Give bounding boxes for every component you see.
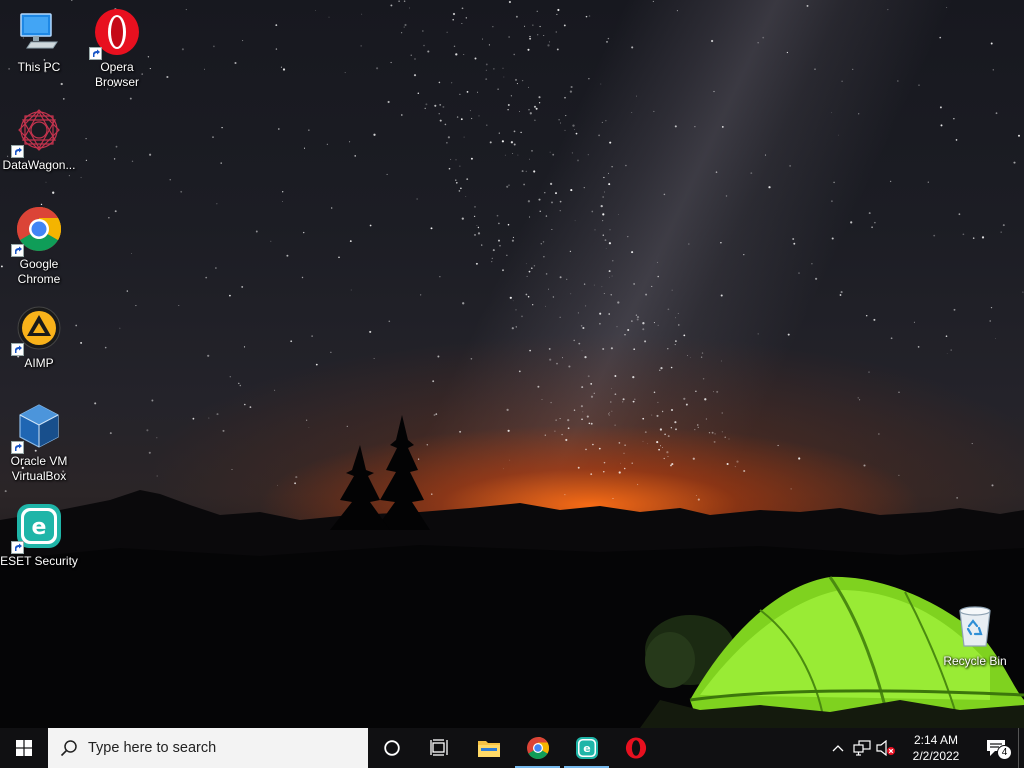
this-pc-icon	[15, 8, 63, 56]
shortcut-arrow-icon	[11, 343, 24, 356]
svg-text:e: e	[32, 515, 47, 540]
windows-logo-icon	[16, 740, 32, 756]
shortcut-arrow-icon	[11, 541, 24, 554]
volume-tray-button[interactable]	[874, 728, 898, 768]
start-button[interactable]	[0, 728, 48, 768]
desktop-icon-opera[interactable]: Opera Browser	[78, 8, 156, 90]
chrome-icon	[11, 205, 63, 257]
wallpaper-landscape	[0, 415, 1024, 728]
clock-date: 2/2/2022	[912, 749, 960, 763]
desktop-icon-label: Oracle VM VirtualBox	[10, 454, 68, 483]
clock-button[interactable]: 2:14 AM 2/2/2022	[898, 728, 974, 768]
desktop-icon-recycle-bin[interactable]: Recycle Bin	[936, 602, 1014, 669]
desktop-icon-virtualbox[interactable]: Oracle VM VirtualBox	[0, 402, 78, 484]
action-center-button[interactable]: 4	[974, 728, 1018, 768]
desktop-icon-label: This PC	[17, 60, 61, 74]
taskbar-eset-security[interactable]: e	[562, 728, 611, 768]
desktop-icon-label: Opera Browser	[94, 60, 139, 89]
opera-icon	[625, 737, 646, 759]
taskbar: Type here to search e 2:14 AM 2/2/2022 4	[0, 728, 1024, 768]
task-view-button[interactable]	[416, 728, 464, 768]
shortcut-arrow-icon	[11, 441, 24, 454]
desktop-icon-google-chrome[interactable]: Google Chrome	[0, 205, 78, 287]
desktop-icon-label: AIMP	[24, 356, 54, 370]
svg-text:e: e	[583, 742, 590, 755]
network-tray-button[interactable]	[850, 728, 874, 768]
opera-icon	[89, 8, 141, 60]
datawagon-icon	[11, 106, 63, 158]
eset-icon: e	[11, 502, 63, 554]
clock-time: 2:14 AM	[913, 733, 959, 747]
desktop-icon-label: Recycle Bin	[943, 654, 1007, 668]
desktop-wallpaper	[0, 0, 1024, 728]
taskbar-file-explorer[interactable]	[464, 728, 513, 768]
folder-icon	[477, 741, 500, 757]
taskbar-google-chrome[interactable]	[513, 728, 562, 768]
search-placeholder: Type here to search	[88, 740, 217, 756]
shortcut-arrow-icon	[89, 47, 102, 60]
desktop-icon-this-pc[interactable]: This PC	[0, 8, 78, 75]
taskbar-opera[interactable]	[611, 728, 660, 768]
virtualbox-icon	[11, 402, 63, 454]
recycle-bin-icon	[951, 602, 999, 650]
cortana-circle-icon	[384, 740, 400, 756]
desktop-icon-eset-security[interactable]: e ESET Security	[0, 502, 78, 569]
aimp-icon	[11, 304, 63, 356]
desktop-icon-label: DataWagon...	[2, 158, 76, 172]
notification-count-badge: 4	[997, 745, 1012, 760]
system-tray: 2:14 AM 2/2/2022 4	[826, 728, 1024, 768]
desktop-icon-datawagon[interactable]: DataWagon...	[0, 106, 78, 173]
search-icon	[60, 740, 77, 757]
task-view-icon	[430, 739, 448, 756]
cortana-button[interactable]	[368, 728, 416, 768]
shortcut-arrow-icon	[11, 145, 24, 158]
show-desktop-button[interactable]	[1018, 728, 1024, 768]
search-input[interactable]: Type here to search	[48, 728, 368, 768]
desktop-icon-aimp[interactable]: AIMP	[0, 304, 78, 371]
eset-icon: e	[575, 737, 598, 759]
desktop-icon-label: ESET Security	[0, 554, 78, 568]
desktop-icon-label: Google Chrome	[17, 257, 61, 286]
network-icon	[853, 740, 871, 756]
chrome-icon	[526, 737, 549, 759]
show-hidden-icons-button[interactable]	[826, 728, 850, 768]
chevron-up-icon	[832, 745, 844, 752]
volume-muted-icon	[876, 740, 895, 756]
shortcut-arrow-icon	[11, 244, 24, 257]
